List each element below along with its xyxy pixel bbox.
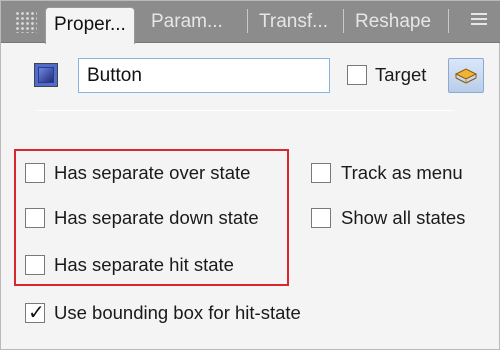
target-checkbox[interactable] (347, 65, 367, 85)
bounding-box-label: Use bounding box for hit-state (54, 302, 301, 323)
divider (37, 110, 453, 111)
bounding-box-checkbox[interactable] (25, 300, 45, 324)
over-state-label: Has separate over state (54, 162, 251, 183)
hit-state-checkbox[interactable] (25, 255, 45, 275)
tab-reshape[interactable]: Reshape (355, 1, 431, 43)
show-all-states-label: Show all states (341, 207, 466, 228)
track-menu-label: Track as menu (341, 162, 463, 183)
tab-transform[interactable]: Transf... (259, 1, 328, 43)
color-swatch-icon[interactable] (34, 63, 58, 87)
target-select-icon[interactable] (448, 58, 484, 93)
down-state-label: Has separate down state (54, 207, 259, 228)
track-menu-checkbox[interactable] (311, 163, 331, 183)
hit-state-label: Has separate hit state (54, 254, 234, 275)
properties-panel: Proper... Param... Transf... Reshape Tar… (0, 0, 500, 350)
target-label: Target (375, 64, 427, 85)
over-state-checkbox[interactable] (25, 163, 45, 183)
tab-strip: Proper... Param... Transf... Reshape (1, 1, 500, 44)
grip-icon[interactable] (15, 11, 37, 33)
down-state-checkbox[interactable] (25, 208, 45, 228)
name-input[interactable] (78, 58, 330, 93)
tab-separator (247, 9, 248, 33)
show-all-states-checkbox[interactable] (311, 208, 331, 228)
tab-menu-icon[interactable] (471, 13, 487, 29)
tab-parameters[interactable]: Param... (151, 1, 223, 43)
tab-properties[interactable]: Proper... (45, 7, 135, 44)
tab-separator (343, 9, 344, 33)
tab-separator (448, 9, 449, 33)
